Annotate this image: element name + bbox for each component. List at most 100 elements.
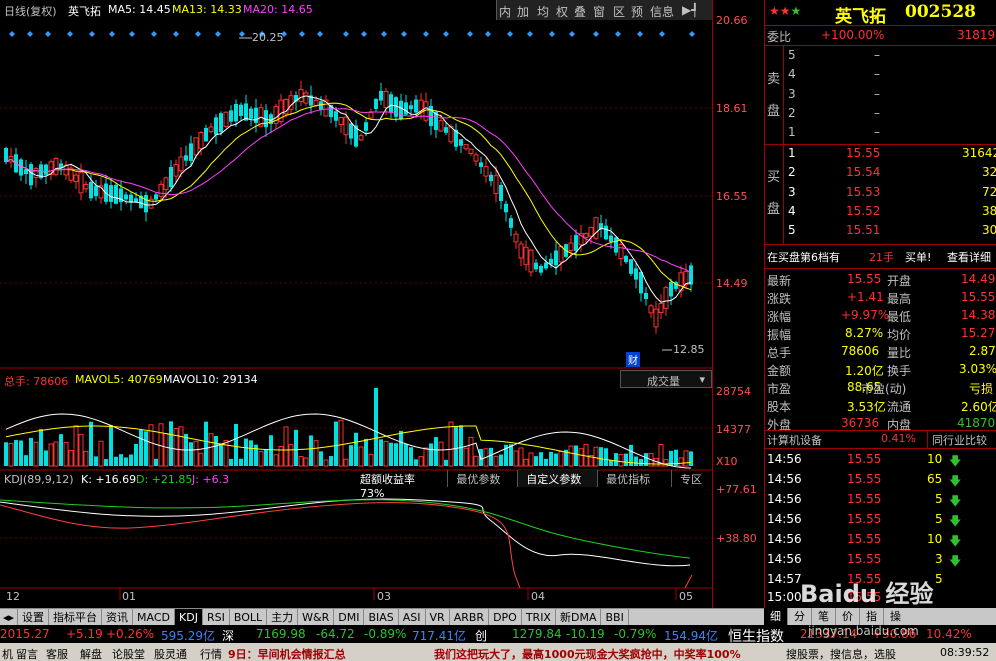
candle-body: [689, 265, 693, 285]
tab-rsi[interactable]: RSI: [203, 609, 230, 625]
volume-bar: [618, 453, 624, 467]
volume-bar: [234, 423, 238, 466]
tab-index[interactable]: 指: [859, 608, 883, 625]
candle-body: [568, 242, 574, 251]
kdj-label: KDJ(89,9,12): [4, 473, 74, 486]
tab-boll[interactable]: BOLL: [230, 609, 268, 625]
indicator-dropdown-label: 成交量: [647, 375, 680, 388]
event-diamond: [507, 31, 513, 37]
compare-tab[interactable]: 同行业比较: [927, 430, 996, 448]
tab-price[interactable]: 价: [835, 608, 859, 625]
candle-body: [303, 92, 309, 104]
candle-body: [184, 155, 188, 161]
candle-body: [298, 88, 304, 103]
volume-bar: [14, 440, 18, 466]
tab-bias[interactable]: BIAS: [364, 609, 399, 625]
nav-arrows-icon[interactable]: ◂▸: [0, 609, 19, 625]
tab-trix[interactable]: TRIX: [522, 609, 556, 625]
tick-price: 15.55: [847, 452, 882, 466]
buy-levels: 1 15.55 31642 2 15.54 32 3 15.53 72 4 15…: [783, 144, 996, 244]
status-item[interactable]: 解盘: [80, 646, 102, 661]
ticker-value: 1279.84: [512, 627, 562, 641]
buy-level-volume: 31642: [962, 146, 996, 160]
ticker-market: 深: [222, 629, 235, 643]
volume-bar: [214, 436, 218, 466]
tab-new-dma[interactable]: 新DMA: [556, 609, 602, 625]
candle-body: [158, 183, 164, 197]
candle-body: [198, 132, 204, 149]
tab-operate[interactable]: 操: [883, 608, 907, 625]
status-item[interactable]: 机: [2, 646, 13, 661]
tab-asi[interactable]: ASI: [399, 609, 426, 625]
event-diamond: [549, 31, 555, 37]
candle-body: [83, 183, 89, 190]
tab-tick[interactable]: 笔: [811, 608, 835, 625]
down-arrow-icon: 🡇: [949, 534, 962, 548]
volume-bar: [254, 444, 258, 466]
tab-bbi[interactable]: BBI: [601, 609, 629, 625]
news-headline[interactable]: 9日：早间机会情报汇总: [228, 646, 346, 661]
status-item[interactable]: 论股堂: [112, 646, 145, 661]
sector-name[interactable]: 计算机设备: [767, 432, 822, 448]
volume-bar: [468, 436, 474, 467]
kline-chart-panel[interactable]: 日线(复权) 英飞拓 MA5: 14.45 MA13: 14.33 MA20: …: [0, 0, 712, 608]
tab-news[interactable]: 资讯: [102, 609, 134, 625]
sell-levels: 5 – 4 – 3 – 2 – 1 –: [783, 46, 996, 146]
tab-best-params[interactable]: 最优参数: [448, 470, 519, 487]
tab-dmi[interactable]: DMI: [334, 609, 365, 625]
event-diamond: [195, 31, 201, 37]
volume-bar: [158, 423, 164, 467]
event-diamond: [27, 31, 33, 37]
status-item[interactable]: 行情: [200, 646, 222, 661]
tab-wr[interactable]: W&R: [298, 609, 335, 625]
candle-body: [223, 111, 229, 127]
news-headline[interactable]: 我们这把玩大了，最高1000元现金大奖疯抢中，中奖率100%: [434, 646, 762, 661]
tab-excess-return[interactable]: 超额收益率73%: [352, 470, 449, 500]
view-detail-link[interactable]: 查看详细: [947, 249, 991, 265]
status-item[interactable]: 客服: [46, 646, 68, 661]
search-hint[interactable]: 搜股票，搜信息，选股: [786, 646, 896, 661]
level6-text: 在买盘第6档有: [767, 251, 840, 264]
tab-detail[interactable]: 细: [764, 608, 787, 625]
mavol5-value: MAVOL5: 40769: [75, 373, 163, 386]
price-axis-tick: 18.61: [716, 102, 748, 115]
tab-kdj[interactable]: KDJ: [175, 609, 203, 625]
candle-body: [414, 99, 418, 113]
tab-best-indicator[interactable]: 最优指标: [598, 470, 673, 487]
tab-dpo[interactable]: DPO: [489, 609, 522, 625]
ticker-pct: 10.42%: [926, 627, 972, 641]
status-item[interactable]: 股灵通: [154, 646, 187, 661]
volume-bar: [33, 441, 39, 467]
volume-bar: [489, 447, 493, 466]
volume-bar: [473, 455, 479, 467]
tab-macd[interactable]: MACD: [133, 609, 176, 625]
event-diamond: [689, 31, 695, 37]
kdj-axis-tick: +77.61: [716, 483, 757, 496]
ticker-value: 2015.27: [0, 627, 50, 641]
buy-level-price: 15.52: [846, 204, 881, 218]
volume-bar: [68, 450, 74, 467]
tab-indicator-platform[interactable]: 指标平台: [49, 609, 103, 625]
candle-body: [483, 166, 489, 177]
finance-report-badge[interactable]: 财: [626, 352, 640, 367]
buy-level-num: 1: [788, 146, 796, 160]
candle-body: [404, 102, 408, 115]
tab-settings[interactable]: 设置: [18, 609, 50, 625]
candle-body: [249, 108, 253, 119]
volume-bar: [63, 441, 69, 467]
tab-vr[interactable]: VR: [426, 609, 450, 625]
indicator-dropdown[interactable]: 成交量 ▾: [620, 370, 712, 388]
sector-pct: 0.41%: [881, 432, 916, 445]
buy-one-link[interactable]: 买单!: [905, 249, 931, 265]
tab-arbr[interactable]: ARBR: [450, 609, 490, 625]
tab-zone[interactable]: 专区: [672, 470, 712, 487]
event-diamond: [89, 31, 95, 37]
volume-bar: [364, 438, 368, 466]
status-item[interactable]: 留言: [16, 646, 38, 661]
tab-main-force[interactable]: 主力: [267, 609, 299, 625]
volume-bar: [89, 421, 93, 466]
volume-bar: [499, 454, 503, 466]
tab-minute[interactable]: 分: [787, 608, 811, 625]
tab-custom-params[interactable]: 自定义参数: [518, 470, 599, 487]
candle-body: [399, 100, 403, 119]
